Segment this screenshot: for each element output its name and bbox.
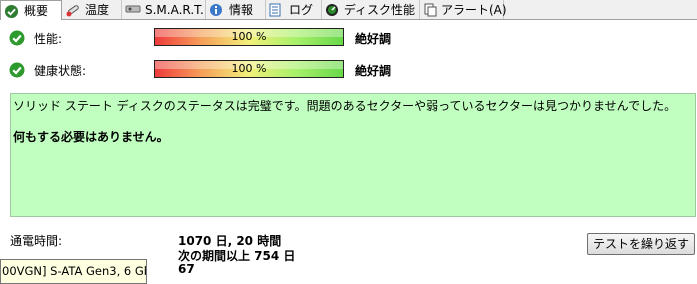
status-message: ソリッド ステート ディスクのステータスは完璧です。問題のあるセクターや弱ってい… [13,99,677,113]
tooltip: 00VGN] S-ATA Gen3, 6 Gbps [0,259,147,284]
tab-bar: 概要 温度 S.M.A.R.T. 情報 ログ ディスク性能 アラート(A) [0,0,697,20]
gauge-icon [325,3,340,17]
tab-overview[interactable]: 概要 [0,0,62,20]
tab-label: 温度 [85,3,110,17]
health-status: 絶好調 [355,64,392,78]
thermometer-icon [65,3,81,17]
check-icon [9,30,25,46]
performance-percent: 100 % [231,30,267,43]
status-message-panel: ソリッド ステート ディスクのステータスは完璧です。問題のあるセクターや弱ってい… [10,93,696,217]
tab-label: S.M.A.R.T. [145,2,204,17]
tab-disk-performance[interactable]: ディスク性能 [322,0,420,19]
performance-label: 性能: [34,32,63,46]
performance-bar: 100 % [154,28,344,46]
disk-icon [125,3,141,17]
log-icon [269,3,285,17]
recommendation-message: 何もする必要はありません。 [13,130,169,144]
tab-label: 概要 [24,4,49,18]
health-bar: 100 % [154,60,344,78]
performance-row: 性能: 100 % 絶好調 [0,26,697,50]
tab-info[interactable]: 情報 [206,0,266,19]
tab-alert[interactable]: アラート(A) [420,0,507,19]
info-value-3: 67 [178,262,195,276]
check-icon [4,4,20,18]
performance-status: 絶好調 [355,32,392,46]
power-on-label: 通電時間: [10,234,63,248]
health-label: 健康状態: [34,64,87,78]
tab-temperature[interactable]: 温度 [62,0,122,19]
health-row: 健康状態: 100 % 絶好調 [0,58,697,82]
tab-smart[interactable]: S.M.A.R.T. [122,0,206,19]
check-icon [9,62,25,78]
tab-label: 情報 [229,3,254,17]
alert-icon [423,3,437,17]
tab-label: ディスク性能 [343,3,415,17]
info-icon [209,3,225,17]
tab-label: ログ [289,3,314,17]
tab-label: アラート(A) [441,3,507,17]
next-period-value: 次の期間以上 754 日 [178,249,296,263]
health-percent: 100 % [231,62,267,75]
retest-button[interactable]: テストを繰り返す [587,233,695,255]
tab-log[interactable]: ログ [266,0,322,19]
